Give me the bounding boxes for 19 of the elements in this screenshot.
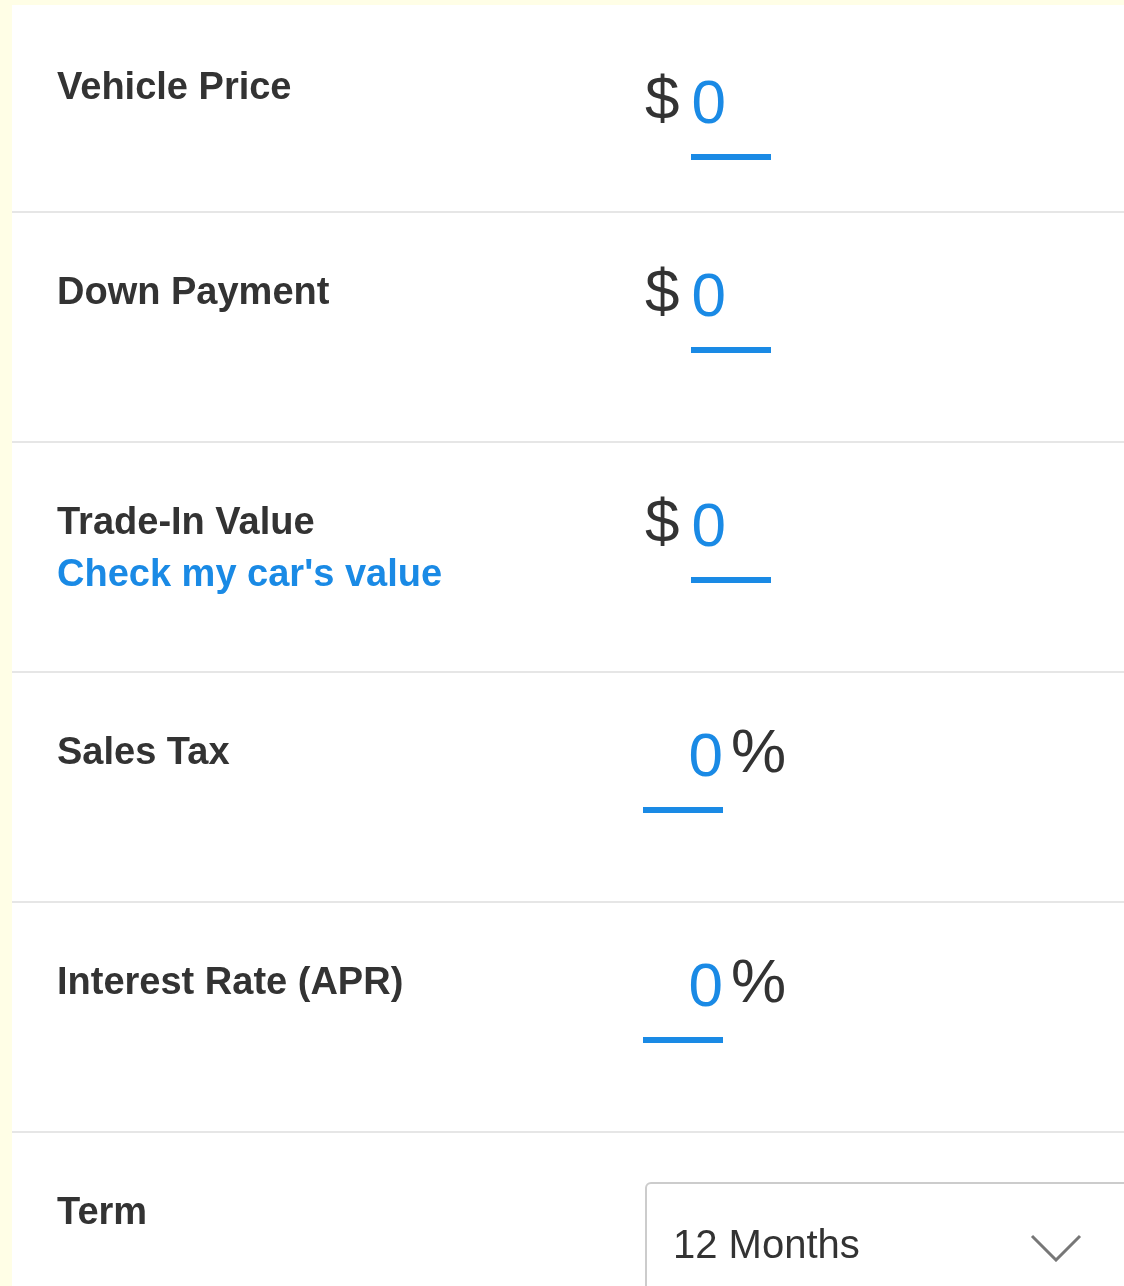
field-label: Vehicle Price [57,64,292,109]
percent-symbol: % [731,945,787,1017]
percent-input[interactable]: 0 [643,713,723,813]
check-value-link[interactable]: Check my car's value [57,547,443,599]
amount-input[interactable]: 0 [691,253,772,353]
field-label: Term [57,1189,148,1234]
field-label: Sales Tax [57,729,230,774]
currency-symbol: $ [645,485,680,557]
currency-symbol: $ [645,255,680,327]
field-label: Trade-In Value [57,499,315,544]
amount-input[interactable]: 0 [691,483,772,583]
amount-input[interactable]: 0 [691,60,772,160]
currency-symbol: $ [645,62,680,134]
percent-input[interactable]: 0 [643,943,723,1043]
field-label: Down Payment [57,269,330,314]
chevron-down-icon [1029,1234,1082,1262]
term-dropdown[interactable]: 12 Months [645,1182,1124,1286]
field-label: Interest Rate (APR) [57,959,404,1004]
percent-symbol: % [731,715,787,787]
